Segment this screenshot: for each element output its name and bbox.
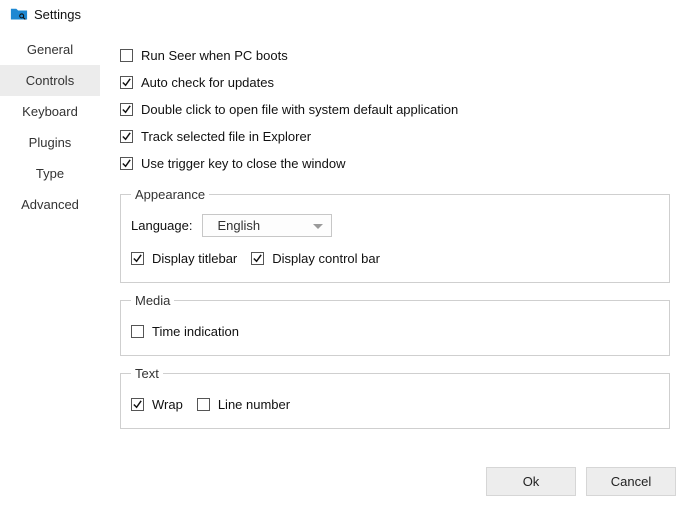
sidebar-tab-plugins[interactable]: Plugins (0, 127, 100, 158)
checkbox-double-click[interactable] (120, 103, 133, 116)
sidebar-tab-type[interactable]: Type (0, 158, 100, 189)
select-language-value: English (217, 218, 260, 233)
label-wrap: Wrap (152, 397, 183, 412)
label-run-on-boot: Run Seer when PC boots (141, 48, 288, 63)
cancel-button[interactable]: Cancel (586, 467, 676, 496)
label-display-controlbar: Display control bar (272, 251, 380, 266)
ok-button[interactable]: Ok (486, 467, 576, 496)
sidebar-tab-advanced[interactable]: Advanced (0, 189, 100, 220)
footer: Ok Cancel (0, 459, 688, 508)
legend-appearance: Appearance (131, 187, 209, 202)
label-auto-update: Auto check for updates (141, 75, 274, 90)
label-double-click: Double click to open file with system de… (141, 102, 458, 117)
label-time-indication: Time indication (152, 324, 239, 339)
group-text: Text Wrap Line number (120, 366, 670, 429)
label-trigger-key: Use trigger key to close the window (141, 156, 345, 171)
checkbox-run-on-boot[interactable] (120, 49, 133, 62)
sidebar-tab-general[interactable]: General (0, 34, 100, 65)
chevron-down-icon (313, 218, 323, 233)
checkbox-display-titlebar[interactable] (131, 252, 144, 265)
content-panel: Run Seer when PC boots Auto check for up… (100, 26, 688, 459)
label-display-titlebar: Display titlebar (152, 251, 237, 266)
label-language: Language: (131, 218, 192, 233)
checkbox-time-indication[interactable] (131, 325, 144, 338)
checkbox-trigger-key[interactable] (120, 157, 133, 170)
window-title: Settings (34, 7, 81, 22)
checkbox-wrap[interactable] (131, 398, 144, 411)
group-media: Media Time indication (120, 293, 670, 356)
app-icon (10, 6, 28, 22)
title-bar: Settings (0, 0, 688, 26)
checkbox-auto-update[interactable] (120, 76, 133, 89)
label-line-number: Line number (218, 397, 290, 412)
legend-media: Media (131, 293, 174, 308)
sidebar-tab-controls[interactable]: Controls (0, 65, 100, 96)
checkbox-line-number[interactable] (197, 398, 210, 411)
sidebar-tab-keyboard[interactable]: Keyboard (0, 96, 100, 127)
group-appearance: Appearance Language: English Display tit… (120, 187, 670, 283)
checkbox-display-controlbar[interactable] (251, 252, 264, 265)
sidebar: General Controls Keyboard Plugins Type A… (0, 26, 100, 459)
checkbox-track-explorer[interactable] (120, 130, 133, 143)
label-track-explorer: Track selected file in Explorer (141, 129, 311, 144)
legend-text: Text (131, 366, 163, 381)
select-language[interactable]: English (202, 214, 332, 237)
